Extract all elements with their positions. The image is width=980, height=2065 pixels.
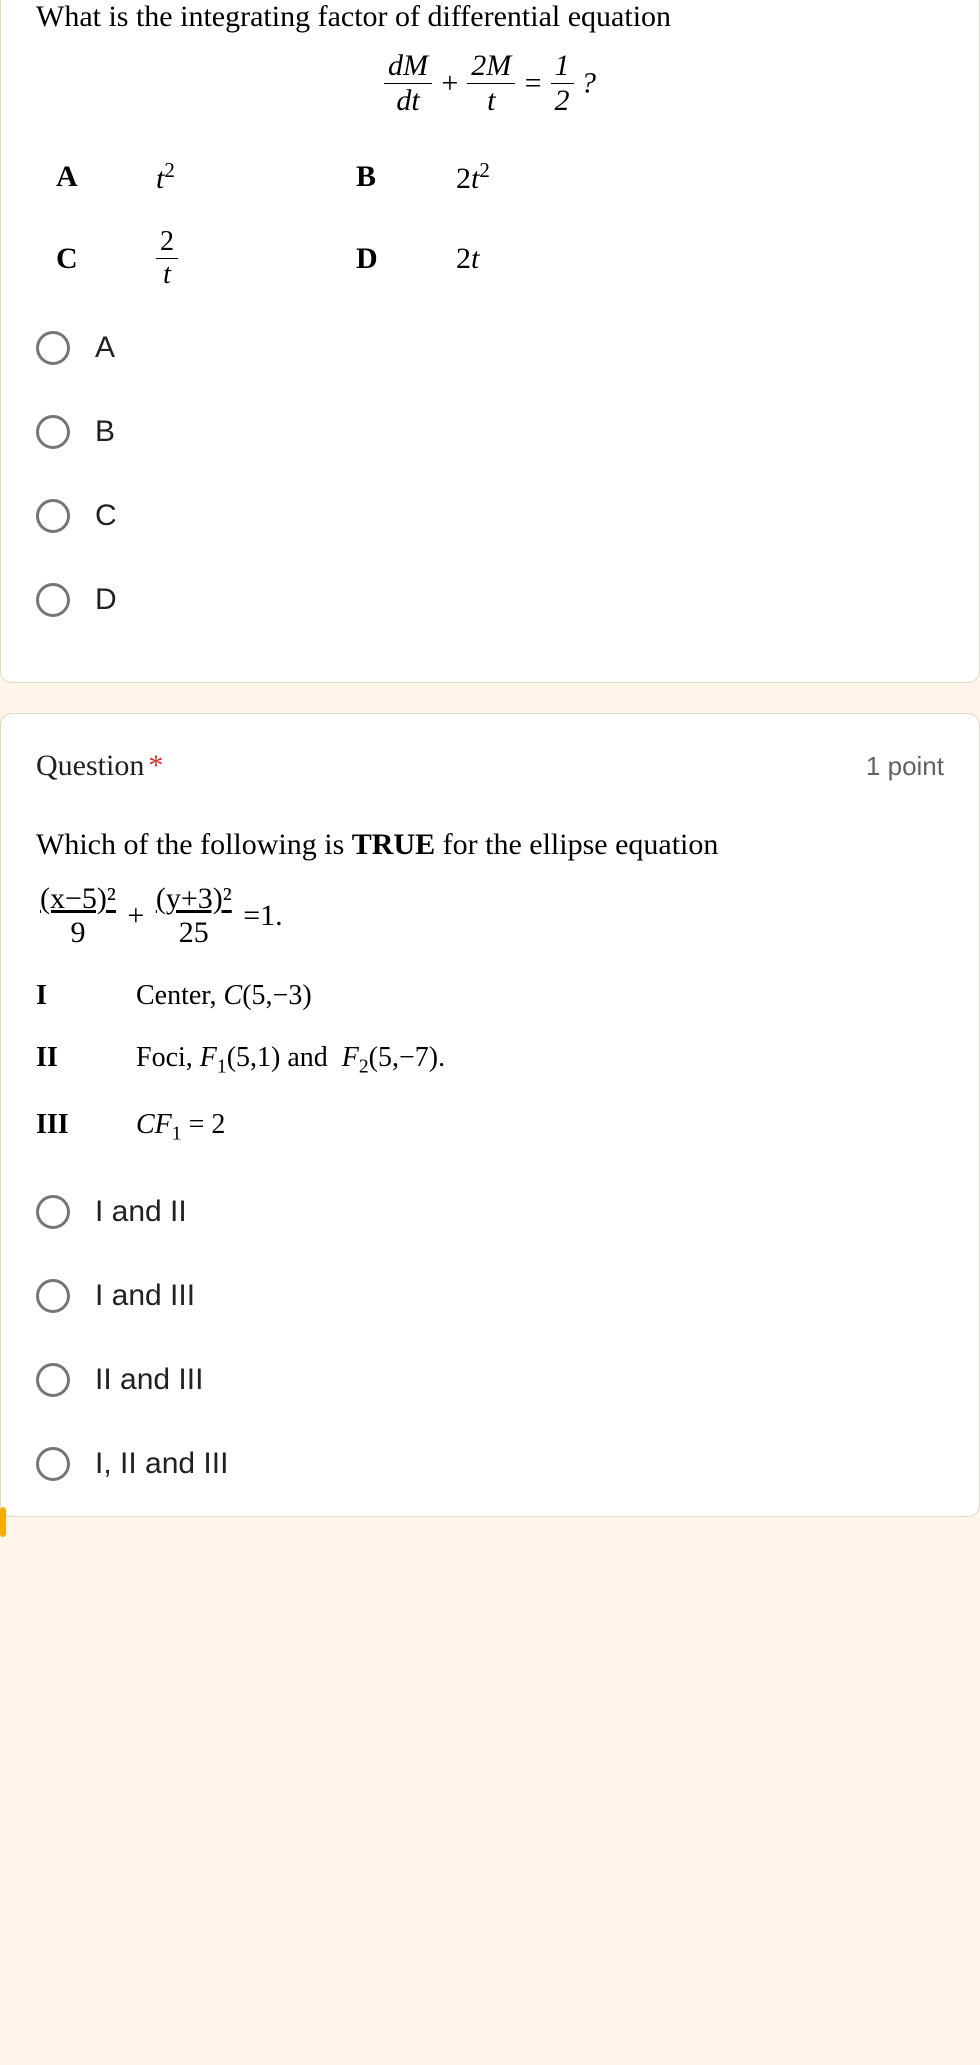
- radio-circle-icon: [36, 583, 70, 617]
- radio-circle-icon: [36, 499, 70, 533]
- radio-circle-icon: [36, 1195, 70, 1229]
- radio-option-d[interactable]: D: [36, 583, 944, 617]
- question-card-1: What is the integrating factor of differ…: [0, 0, 980, 683]
- choice-c-label: C: [56, 242, 156, 276]
- radio-label-q2-b: I and III: [95, 1279, 195, 1313]
- question-2-title: Question: [36, 749, 144, 782]
- question-1-equation: dMdt + 2Mt = 12 ?: [36, 49, 944, 118]
- choice-c-value: 2t: [156, 226, 356, 291]
- radio-label-b: B: [95, 415, 115, 449]
- statement-III-text: CF1 = 2: [136, 1109, 944, 1146]
- choice-b-value: 2t2: [456, 158, 656, 196]
- radio-option-c[interactable]: C: [36, 499, 944, 533]
- radio-option-b[interactable]: B: [36, 415, 944, 449]
- question-2-equation: (x−5)²9 + (y+3)²25 =1.: [36, 882, 944, 950]
- statement-III: III CF1 = 2: [36, 1109, 944, 1146]
- statement-II: II Foci, F1(5,1) and F2(5,−7).: [36, 1042, 944, 1079]
- radio-label-d: D: [95, 583, 117, 617]
- radio-option-q2-c[interactable]: II and III: [36, 1363, 944, 1397]
- choice-d-value: 2t: [456, 242, 656, 276]
- choice-a-value: t2: [156, 158, 356, 196]
- statement-III-label: III: [36, 1109, 136, 1146]
- statement-I-text: Center, C(5,−3): [136, 980, 944, 1012]
- points-label: 1 point: [866, 751, 944, 782]
- radio-circle-icon: [36, 331, 70, 365]
- radio-group-q2: I and II I and III II and III I, II and …: [36, 1195, 944, 1481]
- radio-label-a: A: [95, 331, 115, 365]
- question-2-prompt: Which of the following is TRUE for the e…: [36, 828, 944, 862]
- radio-circle-icon: [36, 1363, 70, 1397]
- statement-I-label: I: [36, 980, 136, 1012]
- question-1-prompt: What is the integrating factor of differ…: [36, 0, 944, 34]
- progress-indicator: [0, 1507, 6, 1537]
- radio-label-q2-a: I and II: [95, 1195, 187, 1229]
- required-marker: *: [148, 749, 163, 782]
- radio-circle-icon: [36, 415, 70, 449]
- radio-option-q2-a[interactable]: I and II: [36, 1195, 944, 1229]
- radio-option-q2-d[interactable]: I, II and III: [36, 1447, 944, 1481]
- question-2-header: Question * 1 point: [36, 749, 944, 783]
- radio-option-q2-b[interactable]: I and III: [36, 1279, 944, 1313]
- choice-a-label: A: [56, 160, 156, 194]
- choice-d-label: D: [356, 242, 456, 276]
- statement-II-text: Foci, F1(5,1) and F2(5,−7).: [136, 1042, 944, 1079]
- answer-choices-table: A t2 B 2t2 C 2t D 2t: [56, 158, 944, 291]
- radio-label-q2-d: I, II and III: [95, 1447, 228, 1481]
- radio-option-a[interactable]: A: [36, 331, 944, 365]
- choice-b-label: B: [356, 160, 456, 194]
- radio-label-c: C: [95, 499, 117, 533]
- question-card-2: Question * 1 point Which of the followin…: [0, 713, 980, 1517]
- radio-circle-icon: [36, 1279, 70, 1313]
- radio-group-q1: A B C D: [36, 331, 944, 617]
- radio-circle-icon: [36, 1447, 70, 1481]
- radio-label-q2-c: II and III: [95, 1363, 203, 1397]
- statement-II-label: II: [36, 1042, 136, 1079]
- statement-I: I Center, C(5,−3): [36, 980, 944, 1012]
